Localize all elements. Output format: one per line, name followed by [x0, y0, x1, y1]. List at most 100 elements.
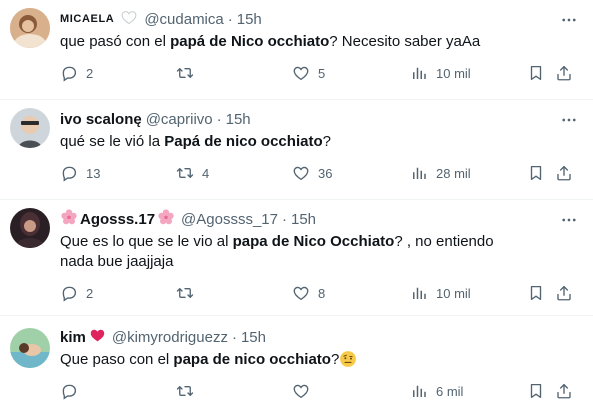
- tweet-actions: 6 mil: [60, 382, 581, 402]
- like-button[interactable]: 8: [292, 284, 325, 302]
- reply-icon: [60, 284, 78, 302]
- like-icon: [292, 284, 310, 302]
- tweet-3[interactable]: Agosss.17 @Agossss_17 · 15h Que es lo qu…: [0, 200, 593, 316]
- separator: ·: [227, 10, 233, 28]
- like-icon: [292, 382, 310, 400]
- tweet-header: MICAELA @cudamica · 15h: [60, 9, 262, 29]
- views-button[interactable]: 28 mil: [410, 164, 471, 182]
- views-icon: [410, 284, 428, 302]
- reply-count: 2: [86, 285, 94, 301]
- highlighted-text: papa de Nico Occhiato: [232, 233, 395, 250]
- tweet-1[interactable]: MICAELA @cudamica · 15h que pasó con el …: [0, 0, 593, 100]
- views-count: 10 mil: [436, 65, 471, 81]
- tweet-actions: 2 5 10 mil: [60, 64, 581, 84]
- user-handle[interactable]: @capriivo: [146, 111, 213, 128]
- reply-icon: [60, 64, 78, 82]
- retweet-button[interactable]: [176, 382, 202, 400]
- tweet-header: kim @kimyrodriguezz · 15h: [60, 327, 266, 347]
- user-handle[interactable]: @Agossss_17: [181, 211, 278, 228]
- bookmark-button[interactable]: [527, 164, 545, 182]
- like-icon: [292, 164, 310, 182]
- tweet-4[interactable]: kim @kimyrodriguezz · 15h Que paso con e…: [0, 316, 593, 416]
- like-button[interactable]: [292, 382, 318, 400]
- avatar[interactable]: [10, 208, 50, 248]
- highlighted-text: papa de nico occhiato: [173, 351, 331, 368]
- bookmark-button[interactable]: [527, 284, 545, 302]
- highlighted-text: papá de Nico occhiato: [170, 33, 330, 50]
- red-heart-icon: [89, 327, 106, 347]
- views-button[interactable]: 10 mil: [410, 284, 471, 302]
- views-count: 10 mil: [436, 285, 471, 301]
- like-icon: [292, 64, 310, 82]
- white-heart-icon: [120, 9, 138, 29]
- bookmark-button[interactable]: [527, 64, 545, 82]
- share-icon: [555, 64, 573, 82]
- more-icon[interactable]: [559, 110, 579, 130]
- tweet-2[interactable]: ivo scalonę @capriivo · 15h qué se le vi…: [0, 100, 593, 200]
- tweet-actions: 2 8 10 mil: [60, 284, 581, 304]
- like-button[interactable]: 36: [292, 164, 332, 182]
- views-button[interactable]: 10 mil: [410, 64, 471, 82]
- display-name[interactable]: Agosss.17: [80, 211, 155, 228]
- avatar[interactable]: [10, 8, 50, 48]
- retweet-icon: [176, 64, 194, 82]
- reply-button[interactable]: [60, 382, 86, 400]
- like-count: 36: [318, 165, 333, 181]
- reply-button[interactable]: 2: [60, 284, 93, 302]
- separator: ·: [216, 110, 222, 128]
- timestamp[interactable]: 15h: [241, 329, 266, 346]
- reply-icon: [60, 382, 78, 400]
- highlighted-text: Papá de nico occhiato: [164, 133, 323, 150]
- views-icon: [410, 64, 428, 82]
- tweet-text: Que es lo que se le vio al papa de Nico …: [60, 233, 494, 270]
- more-icon[interactable]: [559, 10, 579, 30]
- user-handle[interactable]: @cudamica: [144, 11, 223, 28]
- user-handle[interactable]: @kimyrodriguezz: [112, 329, 228, 346]
- retweet-button[interactable]: 4: [176, 164, 209, 182]
- bookmark-icon: [527, 382, 545, 400]
- tweet-feed: MICAELA @cudamica · 15h que pasó con el …: [0, 0, 593, 416]
- like-button[interactable]: 5: [292, 64, 325, 82]
- share-button[interactable]: [555, 382, 573, 400]
- share-button[interactable]: [555, 164, 573, 182]
- avatar[interactable]: [10, 108, 50, 148]
- share-icon: [555, 164, 573, 182]
- display-name[interactable]: kim: [60, 329, 86, 346]
- retweet-button[interactable]: [176, 64, 202, 82]
- views-icon: [410, 164, 428, 182]
- tweet-text: qué se le vió la Papá de nico occhiato?: [60, 133, 331, 150]
- share-button[interactable]: [555, 64, 573, 82]
- share-icon: [555, 382, 573, 400]
- views-button[interactable]: 6 mil: [410, 382, 463, 400]
- timestamp[interactable]: 15h: [226, 111, 251, 128]
- reply-count: 13: [86, 165, 101, 181]
- more-icon[interactable]: [559, 210, 579, 230]
- bookmark-icon: [527, 164, 545, 182]
- bookmark-icon: [527, 64, 545, 82]
- tweet-text: que pasó con el papá de Nico occhiato? N…: [60, 33, 481, 50]
- reply-icon: [60, 164, 78, 182]
- reply-button[interactable]: 2: [60, 64, 93, 82]
- timestamp[interactable]: 15h: [291, 211, 316, 228]
- tweet-header: Agosss.17 @Agossss_17 · 15h: [60, 209, 316, 229]
- display-name[interactable]: ivo scalonę: [60, 111, 142, 128]
- separator: ·: [231, 328, 237, 346]
- retweet-button[interactable]: [176, 284, 202, 302]
- display-name[interactable]: MICAELA: [60, 13, 114, 25]
- tweet-actions: 13 4 36 28 mil: [60, 164, 581, 184]
- views-count: 6 mil: [436, 383, 464, 399]
- retweet-icon: [176, 284, 194, 302]
- reply-count: 2: [86, 65, 94, 81]
- views-count: 28 mil: [436, 165, 471, 181]
- tweet-text: Que paso con el papa de nico occhiato?: [60, 350, 579, 374]
- avatar[interactable]: [10, 328, 50, 368]
- face-with-raised-eyebrow-icon: [339, 350, 357, 374]
- retweet-icon: [176, 164, 194, 182]
- cherry-blossom-icon: [157, 208, 175, 230]
- reply-button[interactable]: 13: [60, 164, 100, 182]
- cherry-blossom-icon: [60, 208, 78, 230]
- views-icon: [410, 382, 428, 400]
- timestamp[interactable]: 15h: [237, 11, 262, 28]
- share-button[interactable]: [555, 284, 573, 302]
- bookmark-button[interactable]: [527, 382, 545, 400]
